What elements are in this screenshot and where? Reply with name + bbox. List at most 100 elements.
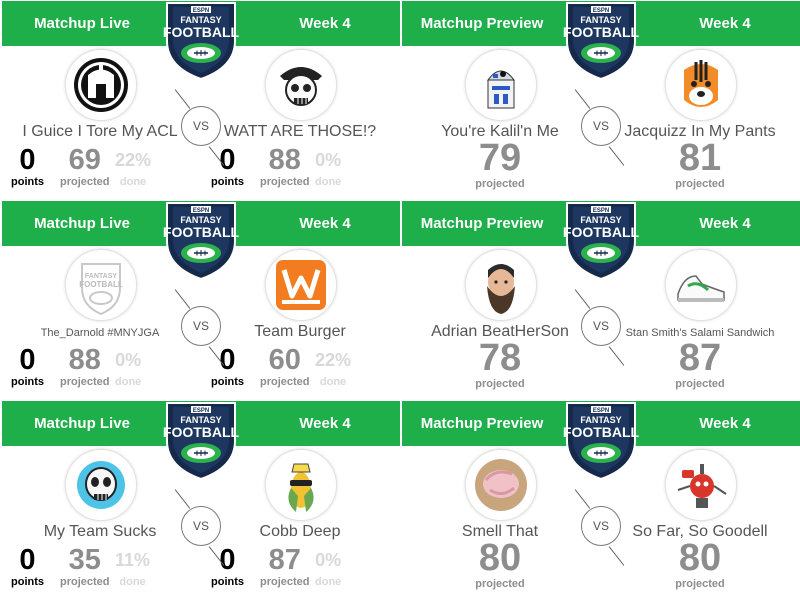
projected-stat: 80 projected [650, 538, 750, 590]
vs-badge: VS [181, 306, 221, 346]
points-stat-label: points [211, 576, 244, 588]
vs-divider-line [574, 489, 591, 509]
done-stat-value: 0% [315, 150, 342, 170]
svg-text:ESPN: ESPN [193, 408, 209, 414]
matchup-card[interactable]: Matchup Preview Week 4 ESPN FANTASY FOOTB… [402, 201, 800, 399]
vs-divider-line [574, 289, 591, 309]
vs-badge: VS [581, 106, 621, 146]
fantasy-football-logo-icon[interactable]: FANTASY FOOTBALL [65, 249, 137, 321]
team-name[interactable]: Team Burger [202, 323, 398, 341]
fantasy-football-logo: ESPN FANTASY FOOTBALL [563, 202, 640, 281]
pink-hand-icon[interactable] [465, 449, 537, 521]
team-name[interactable]: WATT ARE THOSE!? [202, 123, 398, 141]
projected-stat: 60 projected [260, 344, 310, 388]
projected-stat-label: projected [60, 576, 110, 588]
projected-stat-value: 35 [68, 544, 101, 576]
projected-stat-value: 80 [678, 537, 722, 579]
points-stat-value: 0 [19, 144, 36, 176]
bearded-man-icon[interactable] [465, 249, 537, 321]
team-name[interactable]: Cobb Deep [202, 523, 398, 541]
vs-divider-line [608, 146, 625, 166]
blue-skull-icon[interactable] [65, 449, 137, 521]
done-stat-label: done [315, 176, 342, 188]
points-stat: 0 points [211, 344, 244, 388]
points-stat-label: points [11, 576, 44, 588]
done-stat-label: done [119, 576, 146, 588]
done-stat-value: 22% [115, 150, 152, 170]
svg-text:FOOTBALL: FOOTBALL [563, 224, 640, 240]
matchup-status-title: Matchup Preview [420, 15, 544, 32]
team-name[interactable]: My Team Sucks [2, 523, 198, 541]
projected-stat-label: projected [475, 378, 525, 390]
done-stat-label: done [315, 576, 342, 588]
svg-text:ESPN: ESPN [593, 208, 609, 214]
team-name[interactable]: I Guice I Tore My ACL [2, 123, 198, 141]
week-label: Week 4 [299, 415, 351, 432]
projected-stat-label: projected [675, 578, 725, 590]
matchup-card[interactable]: Matchup Preview Week 4 ESPN FANTASY FOOTB… [402, 401, 800, 599]
vs-divider-line [174, 89, 191, 109]
done-stat-value: 0% [315, 550, 342, 570]
svg-text:FOOTBALL: FOOTBALL [563, 24, 640, 40]
projected-stat-label: projected [475, 578, 525, 590]
svg-text:ESPN: ESPN [593, 408, 609, 414]
sneaker-icon[interactable] [665, 249, 737, 321]
points-stat: 0 points [11, 344, 44, 388]
projected-stat-value: 79 [478, 137, 522, 179]
projected-stat-value: 80 [478, 537, 522, 579]
points-stat: 0 points [211, 144, 244, 188]
fantasy-football-logo: ESPN FANTASY FOOTBALL [563, 2, 640, 81]
projected-stat-value: 78 [478, 337, 522, 379]
done-stat: 11% done [115, 544, 150, 588]
matchup-card[interactable]: Matchup Live Week 4 ESPN FANTASY FOOTBALL… [2, 1, 400, 199]
whataburger-logo-icon[interactable] [265, 249, 337, 321]
tiger-football-icon[interactable] [665, 49, 737, 121]
vs-divider-line [174, 289, 191, 309]
vs-divider-line [174, 489, 191, 509]
done-stat: 22% done [315, 344, 351, 388]
red-robot-icon[interactable] [665, 449, 737, 521]
fantasy-football-logo: ESPN FANTASY FOOTBALL [163, 2, 240, 81]
pirate-skull-icon[interactable] [265, 49, 337, 121]
done-stat: 0% done [315, 144, 341, 188]
spartan-helmet-icon[interactable] [65, 49, 137, 121]
week-label: Week 4 [699, 15, 751, 32]
matchup-card[interactable]: Matchup Live Week 4 ESPN FANTASY FOOTBALL… [2, 201, 400, 399]
matchup-card[interactable]: Matchup Preview Week 4 ESPN FANTASY FOOTB… [402, 1, 800, 199]
projected-stat-label: projected [60, 176, 110, 188]
week-label: Week 4 [299, 15, 351, 32]
projected-stat-label: projected [260, 576, 310, 588]
espn-fantasy-football-logo: ESPN FANTASY FOOTBALL [161, 401, 241, 481]
projected-stat-value: 87 [678, 337, 722, 379]
projected-stat-value: 81 [678, 137, 722, 179]
projected-stat-value: 69 [68, 144, 101, 176]
vs-divider-line [574, 89, 591, 109]
matchup-status-title: Matchup Live [34, 415, 130, 432]
projected-stat-value: 88 [68, 344, 101, 376]
points-stat-label: points [11, 176, 44, 188]
points-stat-value: 0 [219, 544, 236, 576]
matchup-status-title: Matchup Live [34, 215, 130, 232]
r2d2-robot-icon[interactable] [465, 49, 537, 121]
projected-stat-value: 60 [268, 344, 301, 376]
done-stat-label: done [119, 176, 147, 188]
espn-fantasy-football-logo: ESPN FANTASY FOOTBALL [161, 1, 241, 81]
espn-fantasy-football-logo: ESPN FANTASY FOOTBALL [161, 201, 241, 281]
fantasy-football-logo: ESPN FANTASY FOOTBALL [163, 402, 240, 481]
fantasy-football-logo: ESPN FANTASY FOOTBALL [563, 402, 640, 481]
matchup-card[interactable]: Matchup Live Week 4 ESPN FANTASY FOOTBALL… [2, 401, 400, 599]
points-stat-value: 0 [19, 344, 36, 376]
projected-stat: 87 projected [650, 338, 750, 390]
espn-fantasy-football-logo: ESPN FANTASY FOOTBALL [561, 401, 641, 481]
week-label: Week 4 [299, 215, 351, 232]
points-stat-label: points [211, 176, 244, 188]
matchup-status-title: Matchup Live [34, 15, 130, 32]
projected-stat-value: 87 [268, 544, 301, 576]
points-stat: 0 points [11, 144, 44, 188]
projected-stat: 69 projected [60, 144, 110, 188]
projected-stat: 80 projected [450, 538, 550, 590]
done-stat: 0% done [115, 344, 141, 388]
team-name[interactable]: The_Darnold #MNYJGA [2, 327, 198, 339]
corn-cob-icon[interactable] [265, 449, 337, 521]
projected-stat: 88 projected [260, 144, 310, 188]
